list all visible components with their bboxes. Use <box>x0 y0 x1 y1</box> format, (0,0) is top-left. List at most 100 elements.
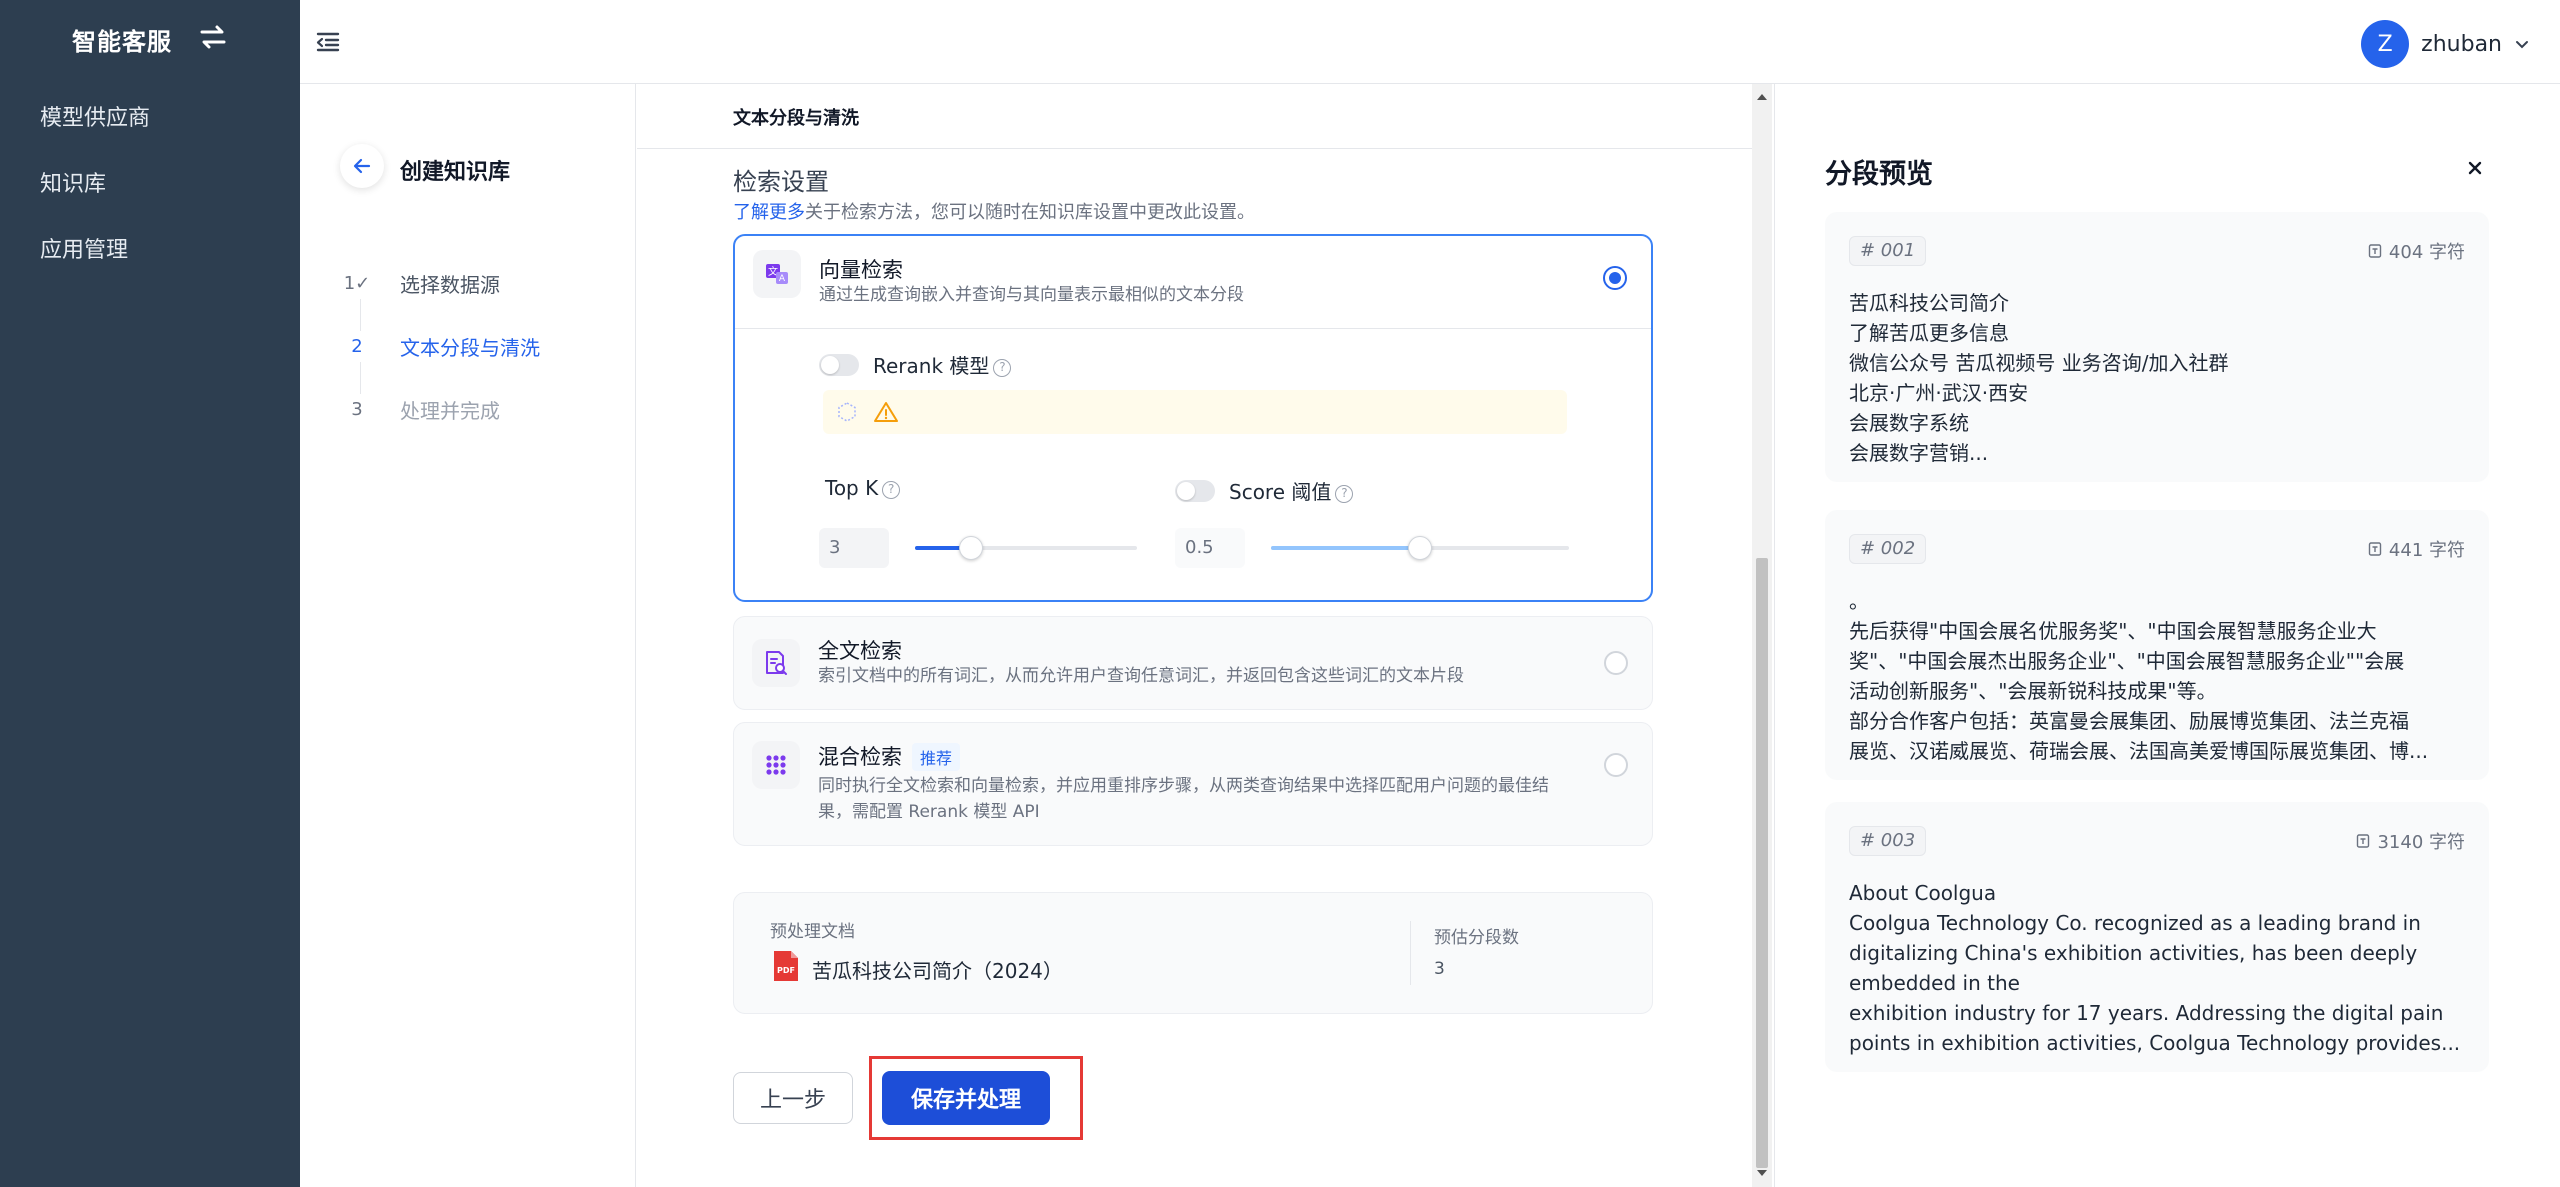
chunk-line: embedded in the <box>1849 971 2020 995</box>
hybrid-search-desc-line: 果，需配置 Rerank 模型 API <box>818 802 1040 822</box>
pdf-file-icon: PDF <box>774 951 798 981</box>
score-threshold-slider[interactable] <box>1271 536 1569 560</box>
vector-search-desc: 通过生成查询嵌入并查询与其向量表示最相似的文本分段 <box>819 285 1244 305</box>
save-and-process-button[interactable]: 保存并处理 <box>882 1071 1050 1125</box>
chunk-line: About Coolgua <box>1849 881 1997 905</box>
topk-slider-handle[interactable] <box>959 536 983 560</box>
chunk-line: 苦瓜科技公司简介 <box>1849 291 2009 315</box>
sidebar-item-app-management[interactable]: 应用管理 <box>40 232 128 264</box>
avatar: Z <box>2361 20 2410 68</box>
chunk-line: 北京·广州·武汉·西安 <box>1849 381 2029 405</box>
chunk-id-badge: # 002 <box>1849 534 1927 564</box>
estimated-chunks-label: 预估分段数 <box>1434 928 1519 948</box>
vector-search-card[interactable]: 文 A 向量检索 通过生成查询嵌入并查询与其向量表示最相似的文本分段 Reran… <box>733 234 1653 602</box>
divider <box>1410 921 1411 985</box>
hybrid-search-radio[interactable] <box>1604 753 1628 777</box>
previous-step-button[interactable]: 上一步 <box>733 1072 853 1124</box>
vector-search-radio[interactable] <box>1603 266 1627 290</box>
rerank-label: Rerank 模型? <box>873 350 1012 379</box>
chunk-line: 活动创新服务"、"会展新锐科技成果"等。 <box>1849 679 2217 703</box>
preprocess-doc-label: 预处理文档 <box>770 922 855 942</box>
scrollbar-thumb[interactable] <box>1756 558 1768 1168</box>
fulltext-search-card[interactable]: 全文检索 索引文档中的所有词汇，从而允许用户查询任意词汇，并返回包含这些词汇的文… <box>733 616 1653 710</box>
sidebar-item-knowledge-base[interactable]: 知识库 <box>40 166 106 198</box>
chunk-card[interactable]: # 003 3140 字符 About Coolgua Coolgua Tech… <box>1825 802 2489 1072</box>
preprocess-doc-name: 苦瓜科技公司简介（2024） <box>812 959 1063 983</box>
rerank-toggle[interactable] <box>819 354 859 376</box>
fulltext-search-icon <box>752 639 800 687</box>
back-button[interactable] <box>340 144 384 188</box>
svg-text:A: A <box>779 274 786 284</box>
chunk-id-badge: # 003 <box>1849 826 1927 856</box>
score-threshold-toggle[interactable] <box>1175 480 1215 502</box>
hybrid-search-icon <box>752 741 800 789</box>
step-label: 处理并完成 <box>400 398 500 423</box>
document-icon <box>2368 244 2382 258</box>
vector-search-title: 向量检索 <box>819 258 903 282</box>
step-2[interactable]: 2 文本分段与清洗 <box>340 329 540 363</box>
score-threshold-input[interactable]: 0.5 <box>1175 528 1245 568</box>
rerank-label-text: Rerank 模型 <box>873 354 990 378</box>
sidebar-item-model-provider[interactable]: 模型供应商 <box>40 100 150 132</box>
chunk-card[interactable]: # 002 441 字符 。 先后获得"中国会展名优服务奖"、"中国会展智慧服务… <box>1825 510 2489 780</box>
help-icon[interactable]: ? <box>1335 484 1354 503</box>
document-icon <box>2368 542 2382 556</box>
chunk-line: 奖"、"中国会展杰出服务企业"、"中国会展智慧服务企业""会展 <box>1849 649 2405 673</box>
highlight-box: 保存并处理 <box>869 1056 1083 1140</box>
topk-label-text: Top K <box>825 476 879 500</box>
step-1[interactable]: 1✓ 选择数据源 <box>340 266 500 300</box>
score-threshold-slider-handle[interactable] <box>1408 536 1432 560</box>
chunk-char-count-text: 441 字符 <box>2388 540 2465 561</box>
help-icon[interactable]: ? <box>882 480 901 499</box>
learn-more-link[interactable]: 了解更多 <box>733 202 805 223</box>
chunk-card[interactable]: # 001 404 字符 苦瓜科技公司简介 了解苦瓜更多信息 微信公众号 苦瓜视… <box>1825 212 2489 482</box>
hybrid-search-title-text: 混合检索 <box>818 745 902 769</box>
chunk-line: 会展数字系统 <box>1849 411 1969 435</box>
close-icon[interactable] <box>2461 154 2489 182</box>
divider <box>637 148 1752 149</box>
topk-input[interactable]: 3 <box>819 528 889 568</box>
chunk-char-count-text: 404 字符 <box>2388 242 2465 263</box>
cube-icon <box>838 402 856 422</box>
fulltext-search-title: 全文检索 <box>818 639 902 663</box>
chunk-line: exhibition industry for 17 years. Addres… <box>1849 1001 2444 1025</box>
topk-slider[interactable] <box>915 536 1137 560</box>
help-icon[interactable]: ? <box>993 358 1012 377</box>
chunk-line: 了解苦瓜更多信息 <box>1849 321 2009 345</box>
chevron-down-icon <box>2516 41 2528 49</box>
estimated-chunks-value: 3 <box>1434 959 1445 979</box>
main-scrollbar[interactable] <box>1752 84 1772 1187</box>
chunk-line: 先后获得"中国会展名优服务奖"、"中国会展智慧服务企业大 <box>1849 619 2377 643</box>
fulltext-search-desc: 索引文档中的所有词汇，从而允许用户查询任意词汇，并返回包含这些词汇的文本片段 <box>818 666 1464 686</box>
user-menu[interactable]: Z zhuban <box>2361 20 2530 68</box>
hybrid-search-desc-line: 同时执行全文检索和向量检索，并应用重排序步骤，从两类查询结果中选择匹配用户问题的… <box>818 776 1549 796</box>
topk-label: Top K? <box>825 476 901 500</box>
score-threshold-slider-fill <box>1271 546 1420 550</box>
chunk-line: points in exhibition activities, Coolgua… <box>1849 1031 2461 1055</box>
step-number: 3 <box>351 398 363 420</box>
hybrid-search-card[interactable]: 混合检索 推荐 同时执行全文检索和向量检索，并应用重排序步骤，从两类查询结果中选择… <box>733 722 1653 846</box>
chunk-line: 。 <box>1849 589 1869 613</box>
scroll-up-arrow-icon[interactable] <box>1757 94 1767 100</box>
step-3[interactable]: 3 处理并完成 <box>340 392 500 426</box>
sidebar: 智能客服 模型供应商 知识库 应用管理 <box>0 0 300 1187</box>
brand-title: 智能客服 <box>72 28 172 56</box>
swap-icon[interactable] <box>196 20 230 54</box>
preview-title: 分段预览 <box>1825 159 1933 190</box>
chunk-char-count-text: 3140 字符 <box>2377 832 2465 853</box>
score-threshold-label-text: Score 阈值 <box>1229 480 1332 504</box>
step-label: 选择数据源 <box>400 272 500 297</box>
step-connector <box>360 299 361 331</box>
steps-panel: 创建知识库 1✓ 选择数据源 2 文本分段与清洗 3 处理并完成 <box>300 84 636 1187</box>
hybrid-search-title: 混合检索 推荐 <box>818 741 961 771</box>
scroll-down-arrow-icon[interactable] <box>1757 1170 1767 1176</box>
divider <box>735 328 1651 329</box>
menu-fold-icon[interactable] <box>314 28 342 56</box>
chunk-line: Coolgua Technology Co. recognized as a l… <box>1849 911 2421 935</box>
step-connector <box>360 362 361 394</box>
preprocess-summary: 预处理文档 PDF 苦瓜科技公司简介（2024） 预估分段数 3 <box>733 892 1653 1014</box>
fulltext-search-radio[interactable] <box>1604 651 1628 675</box>
document-icon <box>2357 834 2370 848</box>
chunk-content: About Coolgua Coolgua Technology Co. rec… <box>1849 878 2469 1058</box>
chunk-line: digitalizing China's exhibition activiti… <box>1849 941 2418 965</box>
